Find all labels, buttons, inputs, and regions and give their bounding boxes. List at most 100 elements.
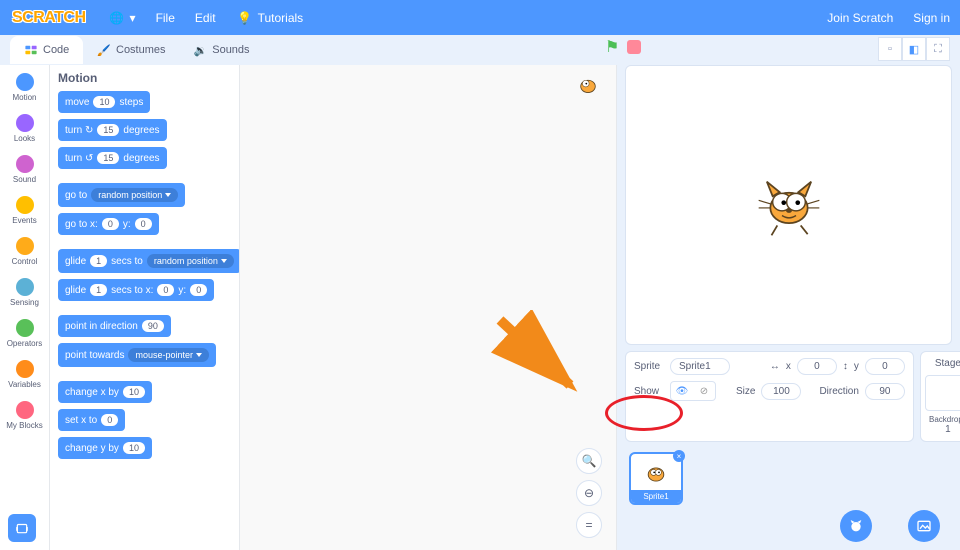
category-sensing-dot bbox=[16, 278, 34, 296]
block-change-y[interactable]: change y by 10 bbox=[58, 437, 152, 459]
sign-in-link[interactable]: Sign in bbox=[903, 0, 960, 35]
glide-secs-input[interactable]: 1 bbox=[90, 255, 107, 267]
glidexy-x-input[interactable]: 0 bbox=[157, 284, 174, 296]
scratch-logo[interactable]: SCRATCH bbox=[0, 9, 98, 27]
chevron-down-icon: ▾ bbox=[130, 11, 136, 25]
point-towards-dropdown[interactable]: mouse-pointer bbox=[128, 348, 209, 362]
category-events[interactable]: Events bbox=[0, 192, 49, 233]
category-sensing[interactable]: Sensing bbox=[0, 274, 49, 315]
script-workspace[interactable]: 🔍 ⊖ = bbox=[240, 65, 617, 550]
sprite-name-label: Sprite bbox=[634, 361, 664, 372]
sprite-tile[interactable]: × Sprite1 bbox=[629, 452, 683, 505]
tutorials-button[interactable]: 💡 Tutorials bbox=[226, 0, 314, 35]
move-steps-input[interactable]: 10 bbox=[93, 96, 115, 108]
block-turn-ccw[interactable]: turn ↺ 15 degrees bbox=[58, 147, 167, 169]
block-move-steps[interactable]: move 10 steps bbox=[58, 91, 150, 113]
sprite-y-input[interactable]: 0 bbox=[865, 358, 905, 375]
block-change-x[interactable]: change x by 10 bbox=[58, 381, 152, 403]
backdrops-count: 1 bbox=[925, 424, 960, 435]
point-dir-input[interactable]: 90 bbox=[142, 320, 164, 332]
tab-code[interactable]: Code bbox=[10, 36, 83, 64]
zoom-out-button[interactable]: ⊖ bbox=[576, 480, 602, 506]
join-scratch-link[interactable]: Join Scratch bbox=[817, 0, 903, 35]
show-hide-toggle: 👁 ⊘ bbox=[670, 381, 716, 401]
category-sound-label: Sound bbox=[13, 175, 36, 184]
show-button[interactable]: 👁 bbox=[671, 382, 693, 400]
stage-panel[interactable]: Stage Backdrops 1 bbox=[920, 351, 960, 442]
language-menu[interactable]: 🌐 ▾ bbox=[98, 0, 146, 35]
green-flag-button[interactable]: ⚑ bbox=[605, 37, 619, 57]
add-sprite-button[interactable] bbox=[840, 510, 872, 542]
edit-menu[interactable]: Edit bbox=[185, 0, 226, 35]
stage-canvas[interactable] bbox=[625, 65, 952, 345]
category-sensing-label: Sensing bbox=[10, 298, 39, 307]
sprite-x-input[interactable]: 0 bbox=[797, 358, 837, 375]
category-looks[interactable]: Looks bbox=[0, 110, 49, 151]
paintbrush-icon: 🖌️ bbox=[97, 44, 111, 57]
block-point-towards[interactable]: point towards mouse-pointer bbox=[58, 343, 216, 367]
lightbulb-icon: 💡 bbox=[236, 9, 254, 27]
category-operators[interactable]: Operators bbox=[0, 315, 49, 356]
hide-button[interactable]: ⊘ bbox=[693, 382, 715, 400]
sprite-name-input[interactable]: Sprite1 bbox=[670, 358, 730, 375]
block-glide-to[interactable]: glide 1 secs to random position bbox=[58, 249, 240, 273]
category-control[interactable]: Control bbox=[0, 233, 49, 274]
add-backdrop-button[interactable] bbox=[908, 510, 940, 542]
category-events-label: Events bbox=[12, 216, 36, 225]
cat-face-icon bbox=[848, 518, 864, 534]
category-motion[interactable]: Motion bbox=[0, 69, 49, 110]
file-menu[interactable]: File bbox=[146, 0, 185, 35]
y-arrow-icon: ↕ bbox=[843, 361, 848, 372]
delete-sprite-button[interactable]: × bbox=[673, 450, 685, 462]
block-glide-xy[interactable]: glide 1 secs to x: 0 y: 0 bbox=[58, 279, 214, 301]
block-goto-xy[interactable]: go to x: 0 y: 0 bbox=[58, 213, 159, 235]
stage-label: Stage bbox=[925, 358, 960, 369]
chevron-down-icon bbox=[196, 353, 202, 357]
sprite-size-input[interactable]: 100 bbox=[761, 383, 801, 400]
category-control-dot bbox=[16, 237, 34, 255]
change-x-input[interactable]: 10 bbox=[123, 386, 145, 398]
globe-icon: 🌐 bbox=[108, 9, 126, 27]
backdrop-thumbnail[interactable] bbox=[925, 375, 960, 411]
fullscreen-button[interactable]: ⛶ bbox=[926, 37, 950, 61]
large-stage-button[interactable]: ◧ bbox=[902, 37, 926, 61]
small-stage-button[interactable]: ▫ bbox=[878, 37, 902, 61]
backpack-button[interactable] bbox=[8, 514, 36, 542]
change-y-input[interactable]: 10 bbox=[123, 442, 145, 454]
zoom-reset-button[interactable]: = bbox=[576, 512, 602, 538]
speaker-icon: 🔉 bbox=[194, 44, 208, 57]
block-turn-cw[interactable]: turn ↻ 15 degrees bbox=[58, 119, 167, 141]
zoom-in-button[interactable]: 🔍 bbox=[576, 448, 602, 474]
block-set-x[interactable]: set x to 0 bbox=[58, 409, 125, 431]
category-looks-label: Looks bbox=[14, 134, 35, 143]
tab-costumes[interactable]: 🖌️ Costumes bbox=[83, 36, 179, 64]
category-sound[interactable]: Sound bbox=[0, 151, 49, 192]
x-arrow-icon: ↔ bbox=[770, 361, 780, 372]
glidexy-secs-input[interactable]: 1 bbox=[90, 284, 107, 296]
sprite-direction-input[interactable]: 90 bbox=[865, 383, 905, 400]
gotoxy-y-input[interactable]: 0 bbox=[135, 218, 152, 230]
block-goto[interactable]: go to random position bbox=[58, 183, 185, 207]
stop-button[interactable] bbox=[627, 40, 641, 54]
x-label: x bbox=[786, 361, 791, 372]
category-operators-dot bbox=[16, 319, 34, 337]
turn-ccw-input[interactable]: 15 bbox=[97, 152, 119, 164]
goto-dropdown[interactable]: random position bbox=[91, 188, 178, 202]
image-icon bbox=[916, 518, 932, 534]
palette-header: Motion bbox=[58, 71, 231, 85]
tab-sounds[interactable]: 🔉 Sounds bbox=[180, 36, 264, 64]
category-sound-dot bbox=[16, 155, 34, 173]
block-point-direction[interactable]: point in direction 90 bbox=[58, 315, 171, 337]
scratch-cat-sprite[interactable] bbox=[754, 170, 824, 240]
set-x-input[interactable]: 0 bbox=[101, 414, 118, 426]
glide-dropdown[interactable]: random position bbox=[147, 254, 234, 268]
category-motion-label: Motion bbox=[12, 93, 36, 102]
category-myblocks[interactable]: My Blocks bbox=[0, 397, 49, 438]
tutorials-label: Tutorials bbox=[258, 11, 304, 25]
category-events-dot bbox=[16, 196, 34, 214]
turn-cw-input[interactable]: 15 bbox=[97, 124, 119, 136]
gotoxy-x-input[interactable]: 0 bbox=[102, 218, 119, 230]
glidexy-y-input[interactable]: 0 bbox=[190, 284, 207, 296]
block-palette: Motion move 10 steps turn ↻ 15 degrees t… bbox=[50, 65, 240, 550]
category-variables[interactable]: Variables bbox=[0, 356, 49, 397]
